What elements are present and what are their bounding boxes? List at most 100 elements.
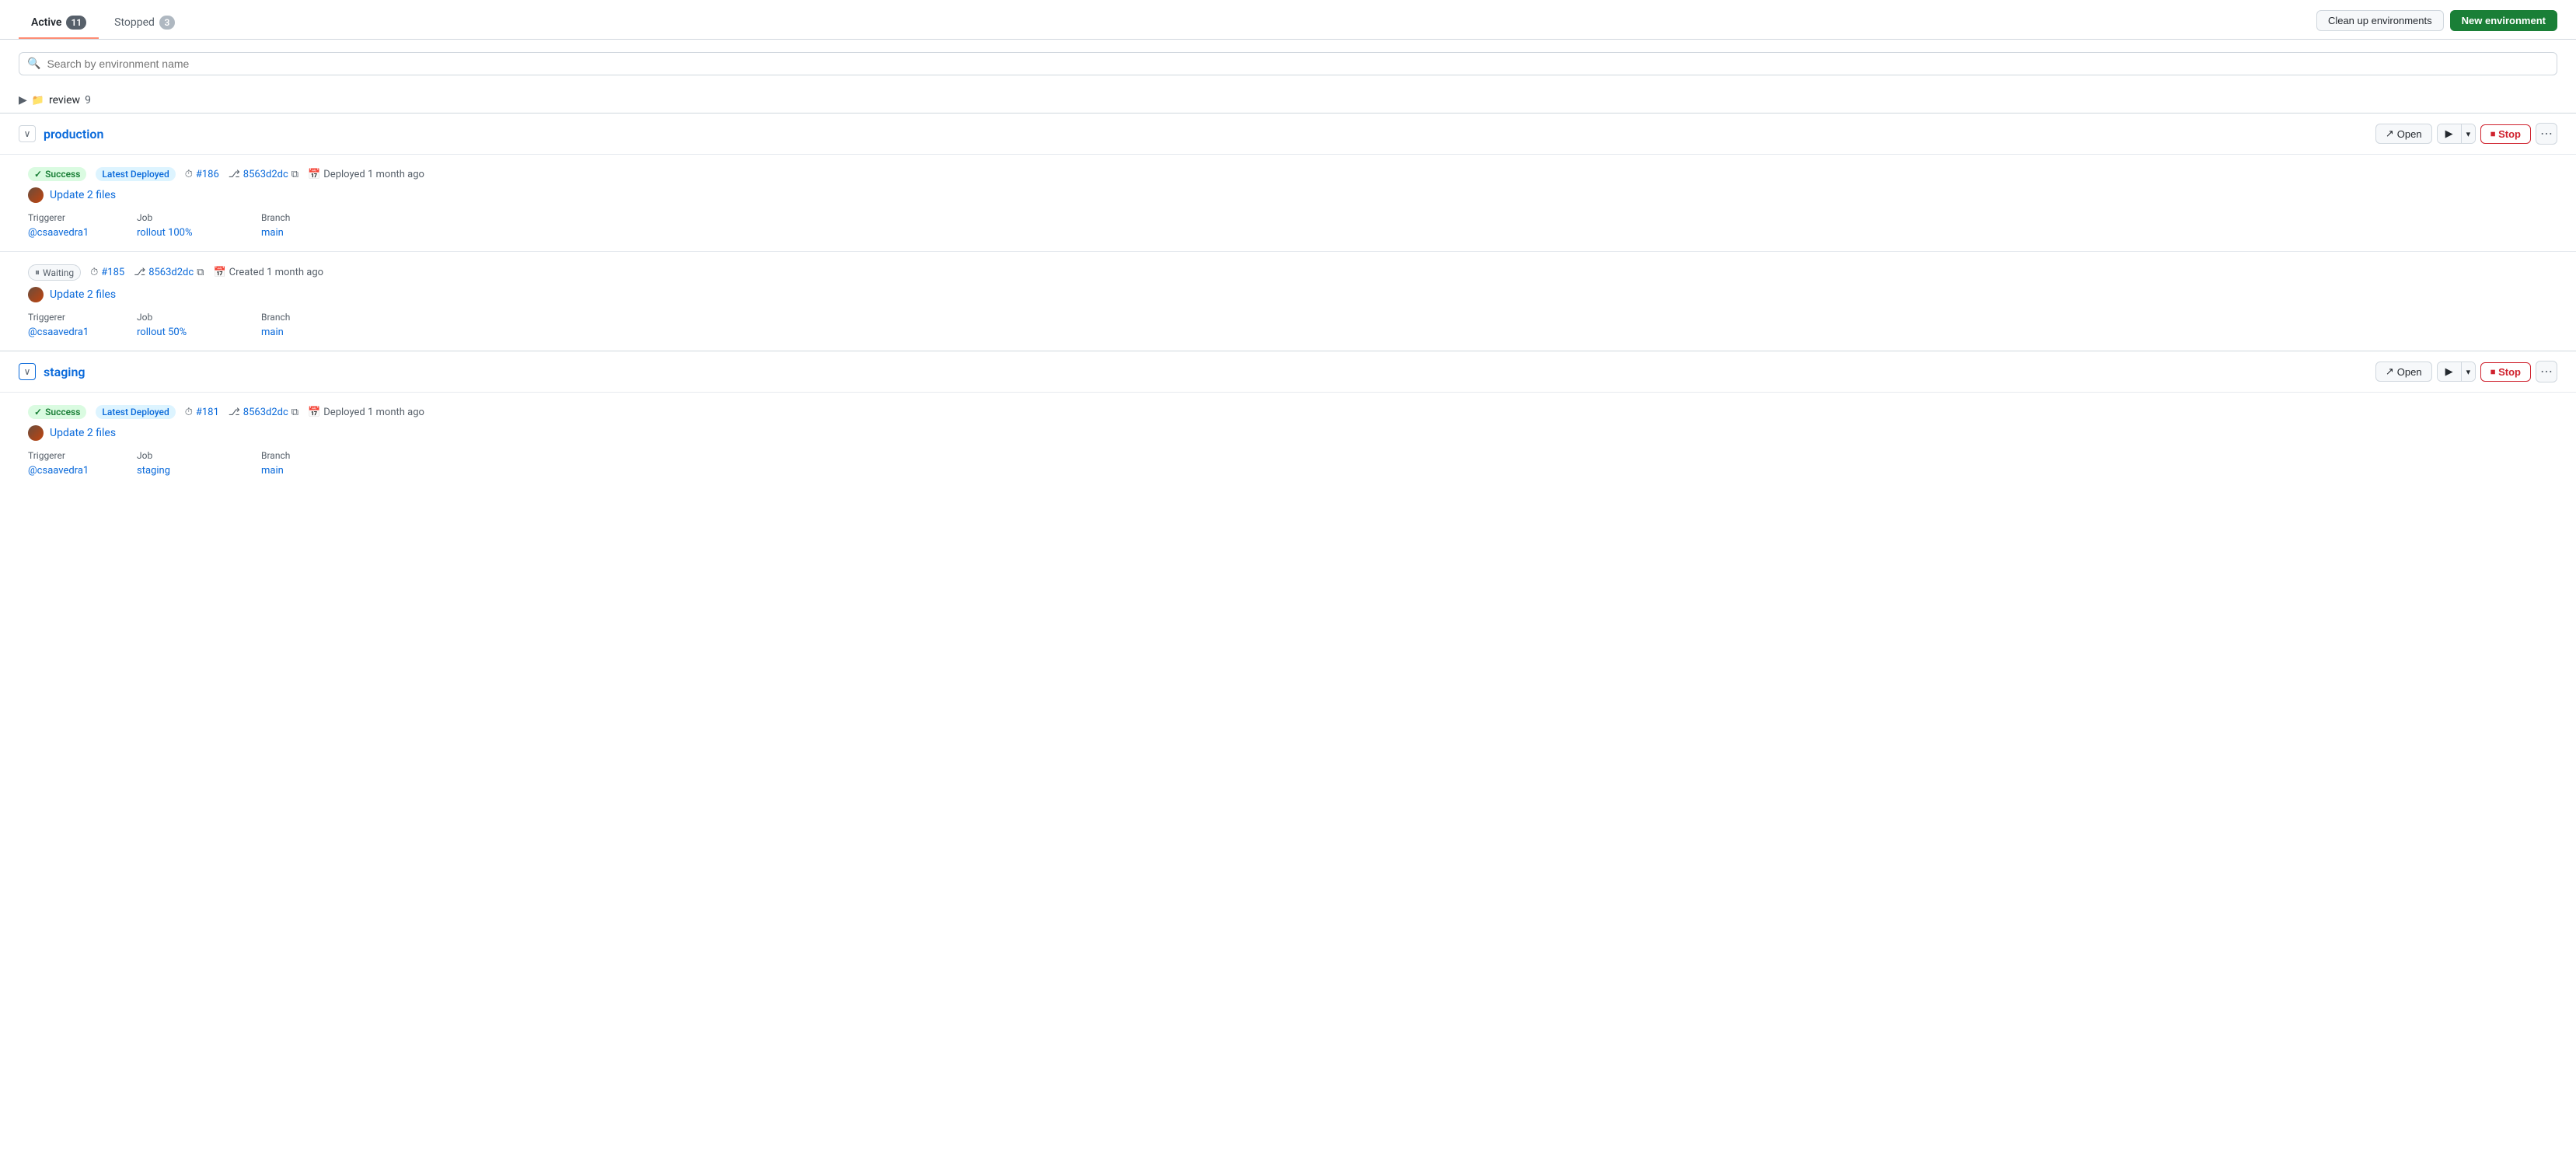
calendar-icon: 📅: [308, 169, 320, 180]
check-icon-staging: ✓: [34, 407, 42, 417]
pipeline-icon-staging: ⏱: [185, 407, 193, 418]
commit-0-0: ⎇ 8563d2dc ⧉: [229, 169, 298, 180]
triggerer-col-0-0: Triggerer @csaavedra1: [28, 212, 137, 239]
review-group-name: review: [49, 94, 80, 107]
tab-active[interactable]: Active 11: [19, 9, 99, 39]
open-button-staging[interactable]: ↗ Open: [2375, 361, 2432, 382]
branch-col-0-0: Branch main: [261, 212, 354, 239]
env-actions-staging: ↗ Open ▶ ▾ ⏹ Stop ⋯: [2375, 361, 2557, 382]
commit-icon-2: ⎇: [134, 267, 145, 278]
job-link-0-1[interactable]: rollout 50%: [137, 327, 187, 338]
triggerer-link-0-0[interactable]: @csaavedra1: [28, 227, 89, 239]
avatar-0-0: [28, 187, 44, 203]
env-header-left-production: ∨ production: [19, 125, 103, 142]
open-button-production[interactable]: ↗ Open: [2375, 124, 2432, 144]
badge-waiting-0-1: ⏸ Waiting: [28, 264, 81, 281]
deploy-meta-0-0: ✓ Success Latest Deployed ⏱ #186 ⎇ 8563d…: [28, 167, 2557, 181]
tabs-right: Clean up environments New environment: [2316, 10, 2557, 39]
copy-icon-2[interactable]: ⧉: [197, 267, 204, 278]
commit-title-0-0[interactable]: Update 2 files: [50, 189, 116, 201]
cleanup-button[interactable]: Clean up environments: [2316, 10, 2444, 31]
deploy-info-1-0: Triggerer @csaavedra1 Job staging Branch…: [28, 450, 2557, 477]
branch-col-0-1: Branch main: [261, 312, 354, 338]
run-button-production[interactable]: ▶: [2438, 124, 2462, 143]
env-section-production: ∨ production ↗ Open ▶ ▾ ⏹ Stop ⋯: [0, 113, 2576, 351]
env-actions-production: ↗ Open ▶ ▾ ⏹ Stop ⋯: [2375, 123, 2557, 145]
pipeline-icon: ⏱: [185, 169, 193, 180]
run-button-staging[interactable]: ▶: [2438, 362, 2462, 381]
deploy-title-1-0: Update 2 files: [28, 425, 2557, 441]
branch-link-0-0[interactable]: main: [261, 227, 284, 239]
tabs-bar: Active 11 Stopped 3 Clean up environment…: [0, 0, 2576, 40]
env-name-production[interactable]: production: [44, 127, 103, 141]
badge-success-0-0: ✓ Success: [28, 167, 86, 181]
search-input-wrap: 🔍: [19, 52, 2557, 75]
branch-link-0-1[interactable]: main: [261, 327, 284, 338]
tab-stopped-count: 3: [159, 16, 175, 30]
copy-icon[interactable]: ⧉: [291, 169, 298, 180]
run-group-staging: ▶ ▾: [2437, 361, 2477, 382]
more-button-staging[interactable]: ⋯: [2536, 361, 2557, 382]
pipeline-icon-2: ⏱: [90, 267, 98, 278]
tab-stopped[interactable]: Stopped 3: [102, 9, 187, 39]
job-link-1-0[interactable]: staging: [137, 465, 170, 477]
env-toggle-production[interactable]: ∨: [19, 125, 36, 142]
commit-icon: ⎇: [229, 169, 240, 180]
tab-active-count: 11: [66, 16, 86, 30]
triggerer-link-1-0[interactable]: @csaavedra1: [28, 465, 89, 477]
commit-1-0: ⎇ 8563d2dc ⧉: [229, 407, 298, 418]
external-link-icon-staging: ↗: [2386, 365, 2394, 378]
avatar-1-0: [28, 425, 44, 441]
triggerer-col-0-1: Triggerer @csaavedra1: [28, 312, 137, 338]
branch-col-1-0: Branch main: [261, 450, 354, 477]
badge-latest-0-0: Latest Deployed: [96, 167, 175, 181]
commit-title-1-0[interactable]: Update 2 files: [50, 427, 116, 439]
avatar-0-1: [28, 287, 44, 302]
job-link-0-0[interactable]: rollout 100%: [137, 227, 193, 239]
run-caret-production[interactable]: ▾: [2462, 124, 2476, 143]
env-section-staging: ∨ staging ↗ Open ▶ ▾ ⏹ Stop ⋯: [0, 351, 2576, 489]
env-name-staging[interactable]: staging: [44, 365, 86, 379]
review-group-row[interactable]: ▶ 📁 review 9: [0, 88, 2576, 113]
deploy-row-0-0: ✓ Success Latest Deployed ⏱ #186 ⎇ 8563d…: [0, 154, 2576, 251]
copy-icon-staging[interactable]: ⧉: [291, 407, 298, 418]
branch-link-1-0[interactable]: main: [261, 465, 284, 477]
run-caret-staging[interactable]: ▾: [2462, 362, 2476, 381]
badge-latest-1-0: Latest Deployed: [96, 405, 175, 419]
deploy-title-0-1: Update 2 files: [28, 287, 2557, 302]
new-environment-button[interactable]: New environment: [2450, 10, 2557, 31]
env-toggle-staging[interactable]: ∨: [19, 363, 36, 380]
run-group-production: ▶ ▾: [2437, 124, 2477, 144]
tabs-left: Active 11 Stopped 3: [19, 9, 187, 39]
deploy-row-0-1: ⏸ Waiting ⏱ #185 ⎇ 8563d2dc ⧉ 📅 Creat: [0, 251, 2576, 351]
search-input[interactable]: [47, 58, 2549, 70]
env-header-production: ∨ production ↗ Open ▶ ▾ ⏹ Stop ⋯: [0, 114, 2576, 154]
pause-icon: ⏸: [35, 267, 40, 278]
env-body-staging: ✓ Success Latest Deployed ⏱ #181 ⎇ 8563d…: [0, 392, 2576, 489]
deploy-meta-1-0: ✓ Success Latest Deployed ⏱ #181 ⎇ 8563d…: [28, 405, 2557, 419]
pipeline-num-0-1: ⏱ #185: [90, 267, 124, 278]
stop-icon-production: ⏹: [2490, 128, 2495, 140]
search-bar: 🔍: [0, 40, 2576, 88]
stop-button-production[interactable]: ⏹ Stop: [2480, 124, 2531, 144]
folder-icon: 📁: [32, 95, 44, 107]
commit-title-0-1[interactable]: Update 2 files: [50, 288, 116, 301]
env-body-production: ✓ Success Latest Deployed ⏱ #186 ⎇ 8563d…: [0, 154, 2576, 351]
stop-icon-staging: ⏹: [2490, 366, 2495, 378]
deploy-info-0-0: Triggerer @csaavedra1 Job rollout 100% B…: [28, 212, 2557, 239]
search-icon: 🔍: [27, 58, 40, 70]
triggerer-link-0-1[interactable]: @csaavedra1: [28, 327, 89, 338]
commit-icon-staging: ⎇: [229, 407, 240, 418]
time-0-0: 📅 Deployed 1 month ago: [308, 169, 424, 180]
tab-stopped-label: Stopped: [114, 16, 155, 29]
calendar-icon-2: 📅: [213, 267, 225, 278]
deploy-info-0-1: Triggerer @csaavedra1 Job rollout 50% Br…: [28, 312, 2557, 338]
external-link-icon: ↗: [2386, 127, 2394, 140]
job-col-1-0: Job staging: [137, 450, 261, 477]
time-0-1: 📅 Created 1 month ago: [213, 267, 323, 278]
pipeline-num-0-0: ⏱ #186: [185, 169, 219, 180]
stop-button-staging[interactable]: ⏹ Stop: [2480, 362, 2531, 382]
badge-success-1-0: ✓ Success: [28, 405, 86, 419]
pipeline-num-1-0: ⏱ #181: [185, 407, 219, 418]
more-button-production[interactable]: ⋯: [2536, 123, 2557, 145]
